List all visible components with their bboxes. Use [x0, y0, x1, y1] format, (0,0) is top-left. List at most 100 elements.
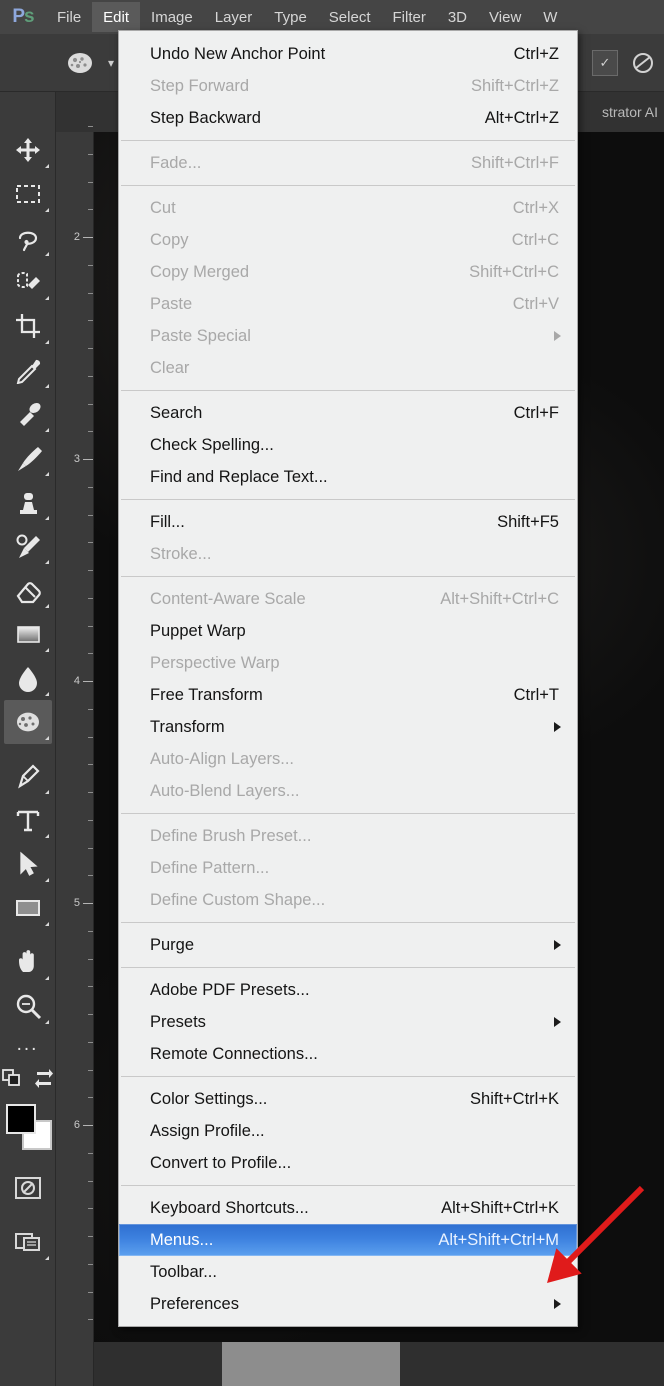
- menu-bar-item-w[interactable]: W: [532, 2, 568, 32]
- menu-item-define-pattern: Define Pattern...: [119, 852, 577, 884]
- sponge-tool-icon[interactable]: [60, 43, 100, 83]
- ruler-major-tick: [83, 1125, 93, 1126]
- ruler-minor-tick: [88, 292, 93, 294]
- menu-item-shortcut: Ctrl+V: [512, 294, 559, 313]
- menu-bar-item-image[interactable]: Image: [140, 2, 204, 32]
- menu-item-label: Toolbar...: [150, 1262, 217, 1281]
- menu-bar-item-3d[interactable]: 3D: [437, 2, 478, 32]
- brush-settings-icon[interactable]: [628, 48, 658, 78]
- menu-item-shortcut: Shift+Ctrl+K: [470, 1089, 559, 1108]
- menu-item-presets[interactable]: Presets: [119, 1006, 577, 1038]
- menu-item-label: Paste: [150, 294, 193, 313]
- more-tools-button[interactable]: ...: [17, 1028, 39, 1062]
- ruler-minor-tick: [88, 1263, 93, 1265]
- move-tool[interactable]: [4, 128, 52, 172]
- ruler-minor-tick: [88, 320, 93, 322]
- ruler-minor-tick: [88, 875, 93, 877]
- menu-item-find-and-replace-text[interactable]: Find and Replace Text...: [119, 461, 577, 493]
- menu-item-shortcut: Shift+Ctrl+C: [469, 262, 559, 281]
- menu-item-label: Step Backward: [150, 108, 261, 127]
- healing-brush-tool[interactable]: [4, 392, 52, 436]
- menu-item-check-spelling[interactable]: Check Spelling...: [119, 429, 577, 461]
- menu-item-color-settings[interactable]: Color Settings... Shift+Ctrl+K: [119, 1083, 577, 1115]
- swap-colors-icon[interactable]: [33, 1066, 55, 1093]
- crop-tool[interactable]: [4, 304, 52, 348]
- menu-item-undo-new-anchor-point[interactable]: Undo New Anchor Point Ctrl+Z: [119, 38, 577, 70]
- menu-item-step-backward[interactable]: Step Backward Alt+Ctrl+Z: [119, 102, 577, 134]
- edit-toolbar-icon[interactable]: [1, 1066, 23, 1093]
- menu-bar-item-select[interactable]: Select: [318, 2, 382, 32]
- rectangular-marquee-tool[interactable]: [4, 172, 52, 216]
- menu-item-label: Color Settings...: [150, 1089, 268, 1108]
- zoom-tool[interactable]: [4, 984, 52, 1028]
- menu-bar-item-label: Select: [328, 8, 371, 26]
- ruler-minor-tick: [88, 1014, 93, 1015]
- menu-bar-item-layer[interactable]: Layer: [204, 2, 264, 32]
- menu-item-transform[interactable]: Transform: [119, 711, 577, 743]
- menu-item-menus[interactable]: Menus... Alt+Shift+Ctrl+M: [119, 1224, 577, 1256]
- menu-bar-item-filter[interactable]: Filter: [382, 2, 437, 32]
- ruler-minor-tick: [88, 264, 93, 266]
- type-tool[interactable]: [4, 798, 52, 842]
- rectangle-tool[interactable]: [4, 886, 52, 930]
- lasso-tool[interactable]: [4, 216, 52, 260]
- gradient-tool[interactable]: [4, 612, 52, 656]
- submenu-chevron-right-icon: [554, 1017, 561, 1027]
- menu-bar-item-label: Edit: [103, 8, 130, 26]
- menu-item-label: Clear: [150, 358, 190, 377]
- options-bar-gripper[interactable]: [0, 34, 16, 92]
- menu-item-fill[interactable]: Fill... Shift+F5: [119, 506, 577, 538]
- menu-item-preferences[interactable]: Preferences: [119, 1288, 577, 1320]
- hand-tool[interactable]: [4, 940, 52, 984]
- ruler-minor-tick: [88, 1236, 93, 1237]
- path-selection-tool[interactable]: [4, 842, 52, 886]
- submenu-chevron-right-icon: [554, 1299, 561, 1309]
- menu-separator: [121, 922, 575, 923]
- menu-item-keyboard-shortcuts[interactable]: Keyboard Shortcuts... Alt+Shift+Ctrl+K: [119, 1192, 577, 1224]
- menu-bar-item-label: W: [543, 8, 558, 26]
- clone-stamp-tool[interactable]: [4, 480, 52, 524]
- eyedropper-tool[interactable]: [4, 348, 52, 392]
- chevron-down-icon[interactable]: ▾: [108, 56, 114, 70]
- menu-bar-item-view[interactable]: View: [478, 2, 532, 32]
- menu-item-convert-to-profile[interactable]: Convert to Profile...: [119, 1147, 577, 1179]
- menu-item-purge[interactable]: Purge: [119, 929, 577, 961]
- ruler-minor-tick: [88, 930, 93, 932]
- brush-tool[interactable]: [4, 436, 52, 480]
- menu-item-assign-profile[interactable]: Assign Profile...: [119, 1115, 577, 1147]
- menu-bar-item-type[interactable]: Type: [263, 2, 318, 32]
- pen-tool[interactable]: [4, 754, 52, 798]
- blur-tool[interactable]: [4, 656, 52, 700]
- menu-item-toolbar[interactable]: Toolbar...: [119, 1256, 577, 1288]
- menu-bar-item-file[interactable]: File: [46, 2, 92, 32]
- menu-item-cut: Cut Ctrl+X: [119, 192, 577, 224]
- menu-item-paste-special: Paste Special: [119, 320, 577, 352]
- menu-bar-item-edit[interactable]: Edit: [92, 2, 141, 32]
- ruler-minor-tick: [88, 1319, 93, 1321]
- checkbox-checked-icon[interactable]: ✓: [592, 49, 618, 76]
- menu-item-remote-connections[interactable]: Remote Connections...: [119, 1038, 577, 1070]
- secondary-document-tab[interactable]: strator AI: [595, 92, 664, 132]
- menu-item-search[interactable]: Search Ctrl+F: [119, 397, 577, 429]
- menu-item-label: Copy: [150, 230, 189, 249]
- foreground-color-swatch[interactable]: [5, 1104, 36, 1134]
- quick-mask-button[interactable]: [4, 1166, 52, 1210]
- sponge-tool[interactable]: [3, 700, 52, 744]
- menu-item-label: Check Spelling...: [150, 435, 274, 454]
- eraser-tool[interactable]: [4, 568, 52, 612]
- ruler-minor-tick: [88, 708, 93, 710]
- history-brush-tool[interactable]: [4, 524, 52, 568]
- canvas-light-strip: [222, 1342, 400, 1386]
- logo-letter-p: P: [12, 6, 25, 27]
- screen-mode-button[interactable]: [4, 1220, 52, 1264]
- menu-separator: [121, 390, 575, 391]
- menu-item-free-transform[interactable]: Free Transform Ctrl+T: [119, 679, 577, 711]
- vertical-ruler[interactable]: 2 3 4 5 6: [56, 126, 94, 1386]
- menu-item-puppet-warp[interactable]: Puppet Warp: [119, 615, 577, 647]
- menu-bar-item-label: Filter: [392, 8, 426, 26]
- menu-item-adobe-pdf-presets[interactable]: Adobe PDF Presets...: [119, 974, 577, 1006]
- ruler-minor-tick: [88, 1180, 93, 1182]
- menu-item-label: Perspective Warp: [150, 653, 280, 672]
- menu-item-label: Paste Special: [150, 326, 251, 345]
- quick-selection-tool[interactable]: [4, 260, 52, 304]
